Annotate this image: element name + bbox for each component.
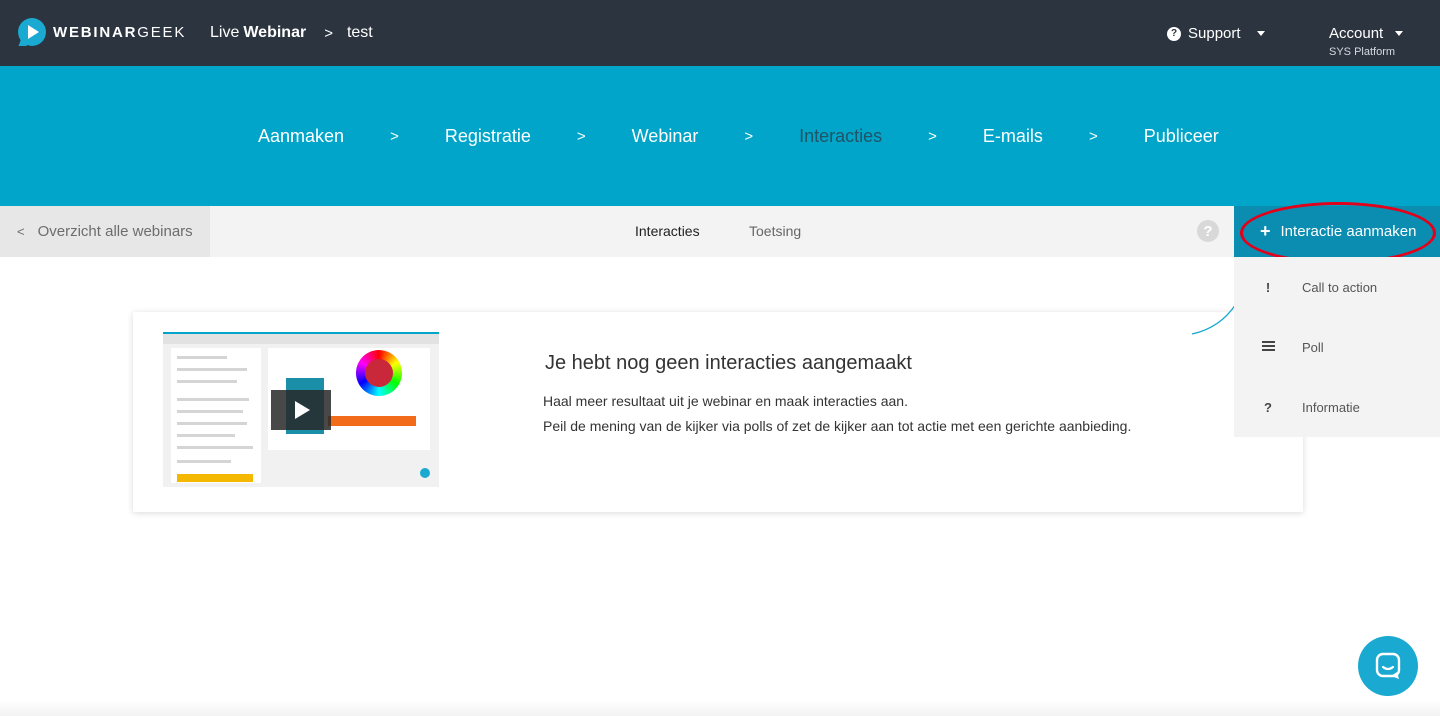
chat-launcher-button[interactable] [1358,636,1418,696]
step-separator: > [390,128,399,145]
logo-text: WEBINARGEEK [53,23,187,41]
step-separator: > [576,128,586,145]
exclamation-icon: ! [1265,279,1271,295]
question-circle-icon: ? [1167,26,1181,41]
menu-item-informatie[interactable]: ? Informatie [1234,377,1440,437]
color-wheel-icon [356,350,402,396]
step-publiceer[interactable]: Publiceer [1144,126,1219,147]
breadcrumb-webinar[interactable]: Webinar [243,24,306,42]
menu-item-label: Call to action [1302,279,1378,295]
tab-interacties[interactable]: Interacties [635,223,700,239]
empty-state-text-1: Haal meer resultaat uit je webinar en ma… [543,393,908,409]
menu-item-call-to-action[interactable]: ! Call to action [1234,257,1440,317]
step-registratie[interactable]: Registratie [445,126,531,147]
wizard-steps-bar: Aanmaken > Registratie > Webinar > Inter… [0,66,1440,206]
page-bottom-edge [0,700,1440,716]
decorative-curve [1191,303,1237,335]
account-organization: SYS Platform [1329,46,1396,58]
empty-state-text-2: Peil de mening van de kijker via polls o… [543,418,1132,434]
step-separator: > [928,128,937,145]
step-aanmaken[interactable]: Aanmaken [258,126,344,147]
back-to-overview-button[interactable]: < Overzicht alle webinars [0,206,210,257]
create-interaction-dropdown: ! Call to action Poll ? Informatie [1234,257,1440,437]
account-label: Account [1329,25,1384,42]
support-label: Support [1188,25,1241,42]
empty-state-card: Je hebt nog geen interacties aangemaakt … [133,312,1303,512]
step-separator: > [1088,128,1098,145]
step-separator: > [744,128,754,145]
play-logo-icon [18,18,46,46]
sub-toolbar: < Overzicht alle webinars Interacties To… [0,206,1440,257]
menu-item-label: Poll [1302,339,1324,355]
breadcrumb-separator: > [324,24,333,42]
menu-item-label: Informatie [1302,399,1360,415]
question-icon: ? [1264,399,1272,415]
caret-down-icon [1395,31,1404,36]
list-icon [1234,339,1302,356]
empty-state-title: Je hebt nog geen interacties aangemaakt [545,352,912,374]
highlight-annotation-ring [1240,202,1436,264]
back-label: Overzicht alle webinars [37,223,193,240]
top-navbar: WEBINARGEEK Live Webinar > test ? Suppor… [0,0,1440,66]
chat-icon [1375,652,1401,679]
step-emails[interactable]: E-mails [983,126,1043,147]
chat-bubble-icon [420,468,430,478]
breadcrumb: Live Webinar > test [210,24,373,42]
interaction-preview-video[interactable] [163,332,439,487]
wizard-steps: Aanmaken > Registratie > Webinar > Inter… [258,126,1219,147]
account-menu[interactable]: Account SYS Platform [1329,25,1404,58]
breadcrumb-prefix: Live [210,24,240,41]
step-webinar[interactable]: Webinar [632,126,699,147]
caret-down-icon [1256,31,1265,36]
support-menu[interactable]: ? Support [1167,25,1265,42]
chevron-left-icon: < [17,224,25,239]
help-icon[interactable]: ? [1197,220,1219,242]
breadcrumb-current: test [346,24,373,41]
play-icon[interactable] [271,390,331,430]
webinargeek-logo[interactable]: WEBINARGEEK [18,18,186,46]
step-interacties[interactable]: Interacties [799,126,882,147]
tab-toetsing[interactable]: Toetsing [749,223,801,239]
menu-item-poll[interactable]: Poll [1234,317,1440,377]
